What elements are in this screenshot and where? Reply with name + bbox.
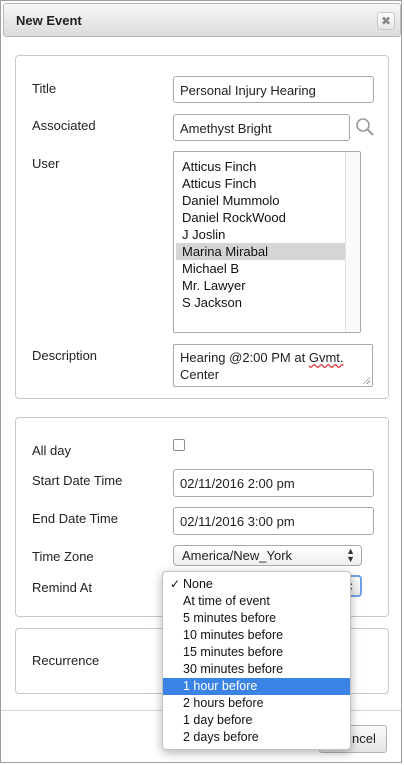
user-option[interactable]: S Jackson [176,294,345,311]
timezone-label: Time Zone [32,549,94,564]
title-input[interactable]: Personal Injury Hearing [173,76,374,103]
remind-dropdown-menu: ✓ None At time of event 5 minutes before… [162,571,351,750]
checkmark-icon: ✓ [170,577,181,591]
allday-label: All day [32,443,72,458]
dialog-titlebar[interactable]: New Event ✖ [3,3,401,37]
user-option-selected[interactable]: Marina Mirabal [176,243,345,260]
remind-option[interactable]: 2 hours before [163,695,350,712]
title-label: Title [32,81,57,96]
user-label: User [32,156,60,171]
start-datetime-input[interactable]: 02/11/2016 2:00 pm [173,469,374,497]
user-option[interactable]: Atticus Finch [176,175,345,192]
description-textarea[interactable]: Hearing @2:00 PM at Gvmt. Center [173,344,373,387]
spellcheck-word: Gvmt. [308,350,344,365]
user-option[interactable]: J Joslin [176,226,345,243]
associated-input[interactable]: Amethyst Bright [173,114,350,141]
start-label: Start Date Time [32,473,123,488]
search-icon[interactable] [354,116,376,138]
recurrence-label: Recurrence [32,653,100,668]
user-listbox[interactable]: Atticus Finch Atticus Finch Daniel Mummo… [173,151,361,333]
user-option[interactable]: Daniel RockWood [176,209,345,226]
remind-option[interactable]: 2 days before [163,729,350,746]
dialog-title: New Event [16,13,82,28]
remind-option[interactable]: 1 day before [163,712,350,729]
remind-option[interactable]: 10 minutes before [163,627,350,644]
remind-option[interactable]: 15 minutes before [163,644,350,661]
timezone-value: America/New_York [182,548,293,563]
user-option[interactable]: Michael B [176,260,345,277]
cancel-label: ncel [352,731,376,746]
resize-handle[interactable] [362,376,370,384]
end-label: End Date Time [32,511,118,526]
remind-label: Remind At [32,580,92,595]
description-label: Description [32,348,98,363]
end-datetime-input[interactable]: 02/11/2016 3:00 pm [173,507,374,535]
remind-option-highlighted[interactable]: 1 hour before [163,678,350,695]
user-list-scrollbar[interactable] [345,152,360,332]
user-option[interactable]: Mr. Lawyer [176,277,345,294]
close-button[interactable]: ✖ [377,12,395,30]
associated-label: Associated [32,118,96,133]
details-fieldset: Title Personal Injury Hearing Associated… [15,55,389,399]
close-icon: ✖ [380,14,392,28]
description-line-2: Center [180,367,220,382]
select-arrows-icon: ▲▼ [346,546,355,564]
allday-checkbox[interactable] [173,439,185,451]
remind-option-none[interactable]: ✓ None [163,576,350,593]
remind-option[interactable]: 5 minutes before [163,610,350,627]
user-option[interactable]: Daniel Mummolo [176,192,345,209]
description-line-1: Hearing @2:00 PM at Gvmt. [180,350,344,365]
remind-option[interactable]: At time of event [163,593,350,610]
remind-option[interactable]: 30 minutes before [163,661,350,678]
timezone-select[interactable]: America/New_York ▲ ▼ [173,545,362,566]
user-option[interactable]: Atticus Finch [176,158,345,175]
